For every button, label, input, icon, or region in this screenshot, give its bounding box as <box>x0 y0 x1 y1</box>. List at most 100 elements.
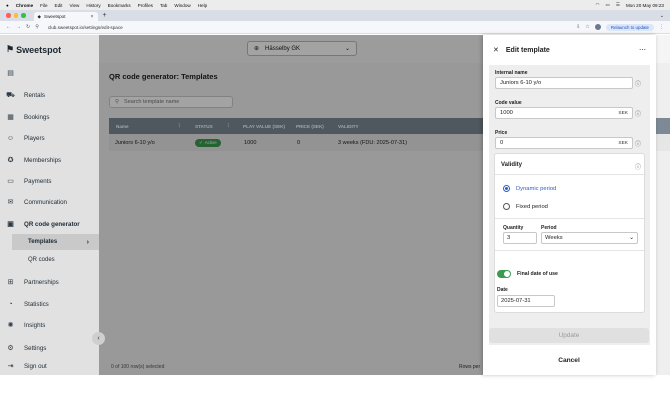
back-icon[interactable]: ← <box>6 24 11 30</box>
control-center-icon[interactable]: ☰ <box>616 2 620 8</box>
sidebar-home[interactable]: ▤ <box>0 63 99 83</box>
window-controls <box>6 13 26 18</box>
sidebar-item-qr-code-generator[interactable]: ▣ QR code generator <box>0 215 99 233</box>
chevron-right-icon: › <box>86 238 89 246</box>
info-icon[interactable]: ⓘ <box>635 139 641 148</box>
reload-icon[interactable]: ↻ <box>26 24 30 30</box>
period-select[interactable]: Weeks ⌄ <box>541 232 638 244</box>
final-date-label: Final date of use <box>517 271 558 277</box>
zoom-window-icon[interactable] <box>21 13 26 18</box>
badge-check-icon: ✪ <box>7 157 14 164</box>
sidebar-item-bookings[interactable]: ▦ Bookings <box>0 108 99 126</box>
relaunch-button[interactable]: Relaunch to update <box>605 23 654 31</box>
sidebar-item-memberships[interactable]: ✪ Memberships <box>0 151 99 169</box>
internal-name-field[interactable]: Juniors 6-10 y/o <box>495 77 633 89</box>
currency-suffix: SEK <box>618 110 628 116</box>
collapse-sidebar-button[interactable]: ‹ <box>92 332 105 345</box>
radio-selected-icon <box>503 185 510 192</box>
sidebar-item-label: Memberships <box>24 156 62 164</box>
quantity-value: 3 <box>507 235 511 241</box>
cancel-button[interactable]: Cancel <box>489 353 649 367</box>
menu-bookmarks[interactable]: Bookmarks <box>108 3 131 8</box>
menubar-clock[interactable]: Mon 20 May 09:23 <box>626 3 664 8</box>
address-bar-row: ← → ↻ ⚲ club.sweetspot.io/settings/edit-… <box>0 21 670 34</box>
dynamic-period-radio[interactable]: Dynamic period <box>503 185 556 192</box>
url-field[interactable]: club.sweetspot.io/settings/edit-space <box>48 25 123 30</box>
code-value-field[interactable]: 1000 SEK <box>495 107 633 119</box>
sweetspot-logo[interactable]: ⚑ Sweetspot <box>6 44 61 55</box>
kebab-menu-icon[interactable]: ⋮ <box>659 24 664 30</box>
site-info-icon[interactable]: ⚲ <box>35 24 39 30</box>
forward-icon[interactable]: → <box>16 24 21 30</box>
modal-overlay[interactable] <box>99 35 483 375</box>
sidebar-item-label: Bookings <box>24 113 50 121</box>
close-tab-icon[interactable]: × <box>91 14 94 20</box>
date-input[interactable]: 2025-07-31 <box>497 295 555 307</box>
menu-view[interactable]: View <box>69 3 79 8</box>
sidebar-subitem-qr-codes[interactable]: QR codes <box>12 252 99 268</box>
mail-icon: ✉ <box>7 199 14 206</box>
browser-tab[interactable]: ◆ Sweetspot × <box>33 12 98 21</box>
settings-icon: ⚙ <box>7 345 14 352</box>
chevron-down-icon: ⌄ <box>629 235 634 241</box>
more-options-icon[interactable]: ⋯ <box>639 46 646 54</box>
sidebar-item-label: Statistics <box>24 300 49 308</box>
home-stack-icon: ▤ <box>7 70 14 77</box>
close-icon[interactable]: ✕ <box>493 46 499 54</box>
radio-label: Fixed period <box>516 203 548 210</box>
info-icon[interactable]: ⓘ <box>635 79 641 88</box>
menu-history[interactable]: History <box>86 3 100 8</box>
fixed-period-radio[interactable]: Fixed period <box>503 203 548 210</box>
gift-icon: ⊞ <box>7 279 14 286</box>
chevron-left-icon: ‹ <box>97 335 100 342</box>
sidebar-item-sign-out[interactable]: ⇥ Sign out <box>0 357 99 375</box>
sidebar-item-statistics[interactable]: ◔ Statistics <box>0 295 99 313</box>
close-window-icon[interactable] <box>6 13 11 18</box>
sidebar-item-rentals[interactable]: ⛟ Rentals <box>0 86 99 104</box>
code-value-label: Code value <box>495 100 522 106</box>
sidebar-item-insights[interactable]: ✺ Insights <box>0 316 99 334</box>
final-date-toggle[interactable] <box>497 270 511 278</box>
date-label: Date <box>497 287 508 293</box>
internal-name-label: Internal name <box>495 70 528 76</box>
menu-window[interactable]: Window <box>174 3 190 8</box>
sidebar-item-label: Communication <box>24 198 67 206</box>
sidebar-item-payments[interactable]: ▭ Payments <box>0 172 99 190</box>
menu-help[interactable]: Help <box>198 3 207 8</box>
sidebar-item-settings[interactable]: ⚙ Settings <box>0 339 99 357</box>
new-tab-icon[interactable]: + <box>103 12 107 19</box>
menu-profiles[interactable]: Profiles <box>138 3 153 8</box>
info-icon[interactable]: ⓘ <box>635 162 641 171</box>
period-label: Period <box>541 225 557 231</box>
menu-edit[interactable]: Edit <box>55 3 63 8</box>
menu-file[interactable]: File <box>40 3 47 8</box>
sidebar-item-communication[interactable]: ✉ Communication <box>0 193 99 211</box>
radio-label: Dynamic period <box>516 185 557 192</box>
update-button[interactable]: Update <box>489 328 649 343</box>
validity-card: Validity ⓘ Dynamic period Fixed period Q… <box>494 153 646 313</box>
bookmark-star-icon[interactable]: ☆ <box>585 24 589 30</box>
quantity-input[interactable]: 3 <box>503 232 537 244</box>
players-icon: ☺ <box>6 134 15 142</box>
menu-chrome[interactable]: Chrome <box>16 3 33 8</box>
price-field[interactable]: 0 SEK <box>495 137 633 149</box>
battery-icon[interactable]: ▭ <box>605 2 609 8</box>
price-label: Price <box>495 130 508 136</box>
info-icon[interactable]: ⓘ <box>635 109 641 118</box>
sidebar-subitem-templates[interactable]: Templates › <box>12 234 99 250</box>
sidebar-item-partnerships[interactable]: ⊞ Partnerships <box>0 273 99 291</box>
wifi-icon[interactable]: ◠ <box>595 2 599 8</box>
macos-menubar: ● Chrome File Edit View History Bookmark… <box>0 0 670 10</box>
radio-unselected-icon <box>503 203 510 210</box>
validity-title: Validity <box>501 162 523 168</box>
install-icon[interactable]: ⇩ <box>576 24 580 30</box>
sidebar-item-label: Partnerships <box>24 278 59 286</box>
statistics-icon: ◔ <box>8 300 13 308</box>
menu-tab[interactable]: Tab <box>160 3 167 8</box>
profile-avatar[interactable] <box>594 24 601 30</box>
minimize-window-icon[interactable] <box>13 13 18 18</box>
tab-search-icon[interactable]: ⌄ <box>660 13 664 19</box>
golf-cart-icon: ⛟ <box>6 91 15 99</box>
apple-icon[interactable]: ● <box>6 3 9 8</box>
sidebar-item-players[interactable]: ☺ Players <box>0 129 99 147</box>
